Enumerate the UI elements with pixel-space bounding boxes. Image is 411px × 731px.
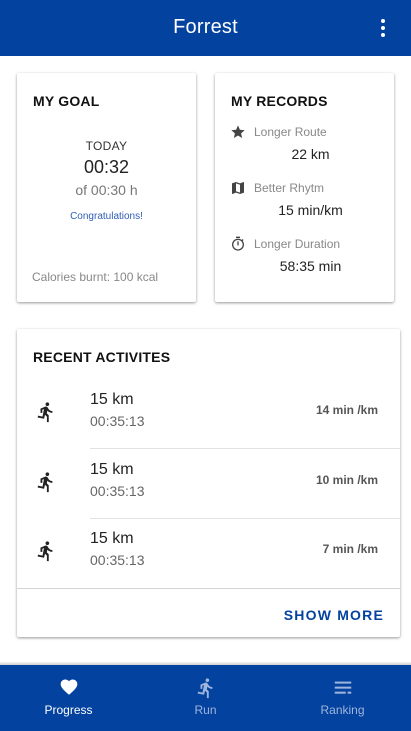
star-icon (231, 125, 245, 138)
record-label-rhythm: Better Rhytm (254, 181, 325, 195)
runner-icon (37, 472, 53, 493)
nav-label-progress: Progress (44, 703, 93, 717)
activity-duration: 00:35:13 (90, 413, 145, 429)
goal-target: of 00:30 h (75, 182, 138, 198)
activity-distance: 15 km (90, 530, 134, 547)
nav-label-ranking: Ranking (320, 703, 365, 717)
activity-distance: 15 km (90, 461, 134, 478)
activity-row[interactable]: 15 km 00:35:13 10 min /km (17, 449, 400, 519)
goal-card-title: MY GOAL (33, 93, 100, 109)
bottom-navigation: Progress Run Ranking (0, 665, 411, 731)
nav-item-ranking[interactable]: Ranking (274, 665, 411, 731)
card-divider (17, 588, 400, 589)
activity-row[interactable]: 15 km 00:35:13 7 min /km (17, 518, 400, 588)
nav-item-run[interactable]: Run (137, 665, 274, 731)
map-icon (232, 182, 244, 194)
more-options-icon[interactable] (371, 16, 395, 40)
runner-icon (37, 541, 53, 562)
recent-activities-card: RECENT ACTIVITES 15 km 00:35:13 14 min /… (17, 329, 400, 637)
heart-icon (60, 679, 77, 695)
runner-icon (197, 678, 212, 699)
app-title: Forrest (173, 16, 238, 38)
activity-pace: 7 min /km (322, 542, 378, 556)
goal-time-value: 00:32 (83, 157, 130, 177)
timer-icon (232, 236, 244, 251)
goal-today-label: TODAY (85, 139, 128, 153)
nav-item-progress[interactable]: Progress (0, 665, 137, 731)
goal-message: Congratulations! (70, 211, 143, 222)
activity-duration: 00:35:13 (90, 483, 145, 499)
activity-distance: 15 km (90, 391, 134, 408)
records-card-title: MY RECORDS (231, 93, 328, 109)
records-card: MY RECORDS Longer Route 22 km Better Rhy… (215, 73, 394, 302)
activity-duration: 00:35:13 (90, 552, 145, 568)
nav-label-run: Run (194, 703, 217, 717)
runner-icon (37, 402, 53, 423)
goal-card: MY GOAL TODAY 00:32 of 00:30 h Congratul… (17, 73, 196, 302)
ranking-icon (334, 681, 351, 694)
record-value-rhythm: 15 min/km (278, 202, 343, 218)
activity-pace: 10 min /km (315, 473, 378, 487)
recent-card-title: RECENT ACTIVITES (33, 349, 171, 365)
activity-pace: 14 min /km (315, 403, 378, 417)
record-value-route: 22 km (291, 146, 330, 162)
goal-calories: Calories burnt: 100 kcal (32, 270, 159, 284)
show-more-button[interactable]: SHOW MORE (284, 607, 384, 623)
record-label-duration: Longer Duration (254, 237, 341, 251)
activity-row[interactable]: 15 km 00:35:13 14 min /km (17, 379, 400, 449)
app-bar: Forrest (0, 0, 411, 56)
record-label-route: Longer Route (254, 125, 327, 139)
record-value-duration: 58:35 min (279, 258, 342, 274)
